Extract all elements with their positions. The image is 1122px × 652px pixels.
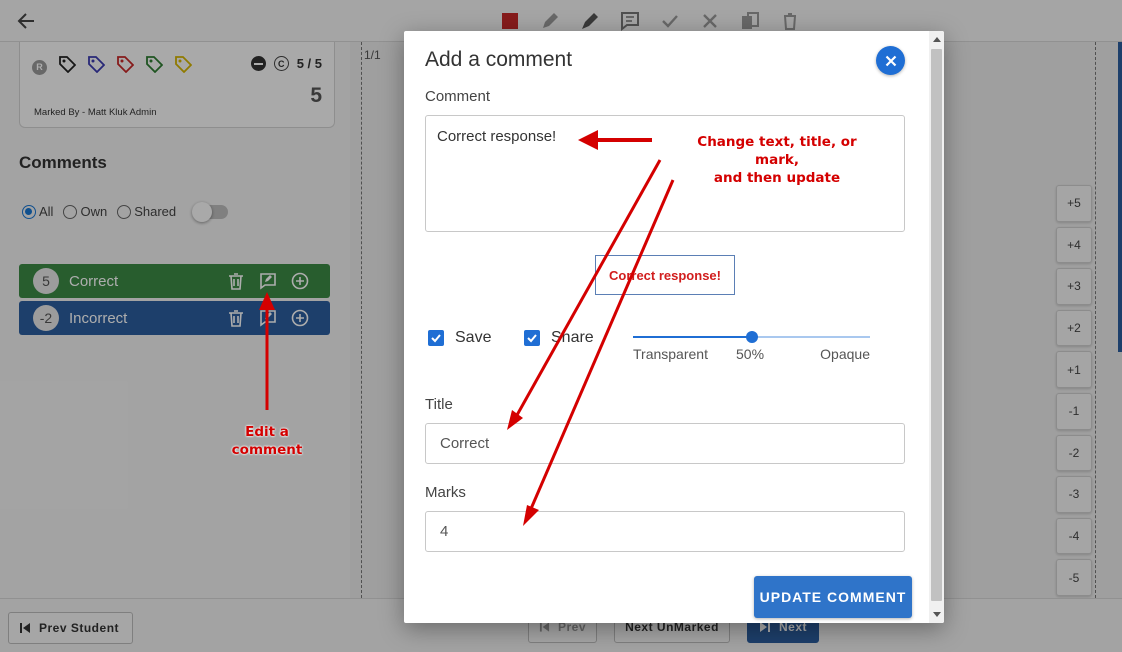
close-icon — [885, 55, 896, 66]
opacity-slider[interactable]: Transparent 50% Opaque — [633, 328, 870, 368]
marks-input[interactable] — [425, 511, 905, 552]
update-comment-button[interactable]: UPDATE COMMENT — [754, 576, 912, 618]
slider-value-label: 50% — [736, 346, 765, 362]
annotation-edit-comment: Edit a comment — [231, 424, 303, 458]
dialog-scrollbar[interactable] — [929, 31, 944, 623]
title-input[interactable] — [425, 423, 905, 464]
scroll-down-icon[interactable] — [933, 612, 941, 617]
share-checkbox[interactable]: Share — [524, 329, 594, 347]
checkbox-checked-icon — [524, 330, 540, 346]
slider-fill — [633, 336, 752, 338]
share-label: Share — [551, 329, 594, 346]
dialog-title: Add a comment — [425, 48, 573, 71]
comment-label: Comment — [425, 88, 491, 105]
slider-max-label: Opaque — [820, 346, 870, 362]
slider-thumb[interactable] — [745, 331, 758, 343]
slider-min-label: Transparent — [633, 346, 708, 362]
marks-label: Marks — [425, 484, 466, 501]
checkbox-checked-icon — [428, 330, 444, 346]
scrollbar-thumb[interactable] — [931, 49, 942, 601]
save-label: Save — [455, 329, 492, 346]
close-dialog-button[interactable] — [876, 46, 905, 75]
save-checkbox[interactable]: Save — [428, 329, 491, 347]
title-label: Title — [425, 396, 453, 413]
annotation-update-instructions: Change text, title, or mark, and then up… — [697, 134, 857, 186]
comment-preview: Correct response! — [595, 255, 735, 295]
scroll-up-icon[interactable] — [933, 37, 941, 42]
add-comment-dialog: Add a comment Comment Correct response! … — [404, 31, 944, 623]
